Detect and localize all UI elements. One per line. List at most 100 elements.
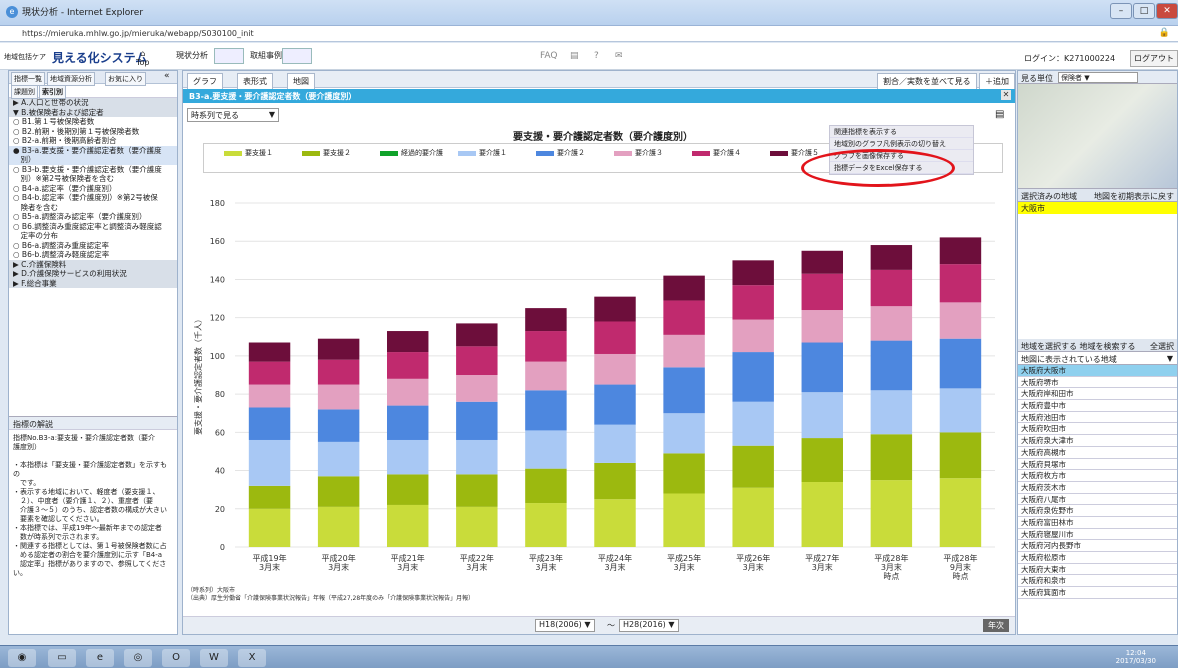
- word-icon[interactable]: W: [200, 649, 228, 667]
- faq-link[interactable]: FAQ: [540, 51, 557, 61]
- region-item[interactable]: 大阪府八尾市: [1018, 494, 1177, 506]
- minimize-button[interactable]: –: [1110, 3, 1132, 19]
- tab-select-region[interactable]: 地域を選択する: [1021, 342, 1077, 351]
- region-item[interactable]: 大阪府貝塚市: [1018, 459, 1177, 471]
- indicator-item[interactable]: ○ B2-a.前期・後期高齢者割合: [9, 136, 177, 146]
- subtab-index[interactable]: 索引別: [39, 85, 66, 99]
- indicator-item[interactable]: 険者を含む: [9, 203, 177, 213]
- indicator-item[interactable]: ○ B6-a.調整済み重度認定率: [9, 241, 177, 251]
- cases-icon[interactable]: [282, 48, 312, 64]
- menu-item[interactable]: 関連指標を表示する: [830, 126, 973, 138]
- system-logo[interactable]: 見える化システム: [52, 49, 147, 66]
- bar-segment: [663, 275, 705, 301]
- close-window-button[interactable]: ✕: [1156, 3, 1178, 19]
- region-item[interactable]: 大阪府茨木市: [1018, 482, 1177, 494]
- indicator-item[interactable]: ○ B6.調整済み重度認定率と調整済み軽度認: [9, 222, 177, 232]
- legend-label: 要介護５: [791, 149, 819, 157]
- region-item[interactable]: 大阪府枚方市: [1018, 470, 1177, 482]
- indicator-item[interactable]: ○ B3-b.要支援・要介護認定者数（要介護度: [9, 165, 177, 175]
- region-item[interactable]: 大阪府富田林市: [1018, 517, 1177, 529]
- view-select[interactable]: 時系列で見る ▼: [187, 108, 279, 122]
- bar-segment: [456, 439, 498, 475]
- bar-segment: [801, 250, 843, 274]
- region-item[interactable]: 大阪府寝屋川市: [1018, 529, 1177, 541]
- indicator-item[interactable]: ○ B1.第１号被保険者数: [9, 117, 177, 127]
- region-item[interactable]: 大阪府河内長野市: [1018, 540, 1177, 552]
- bar-segment: [663, 300, 705, 335]
- region-map[interactable]: [1018, 84, 1177, 189]
- top-button[interactable]: ⌂ Top: [136, 49, 150, 67]
- tab-map[interactable]: 地図: [287, 73, 315, 90]
- indicator-item[interactable]: 定率の分布: [9, 231, 177, 241]
- commentary-line: める認定者の割合を要介護度別に示す「B4-a: [13, 551, 163, 559]
- bar-segment: [939, 388, 982, 433]
- region-item[interactable]: 大阪府和泉市: [1018, 575, 1177, 588]
- indicator-item[interactable]: ○ B5-a.調整済み認定率（要介護度別）: [9, 212, 177, 222]
- region-item[interactable]: 大阪府泉大津市: [1018, 435, 1177, 447]
- region-item[interactable]: 大阪府大東市: [1018, 564, 1177, 576]
- bar-segment: [870, 269, 913, 307]
- indicator-item[interactable]: ▶ A.人口と世帯の状況: [9, 98, 177, 108]
- collapse-icon[interactable]: «: [164, 71, 170, 81]
- indicator-item[interactable]: ● B3-a.要支援・要介護認定者数（要介護度: [9, 145, 177, 155]
- region-item[interactable]: 大阪府吹田市: [1018, 423, 1177, 436]
- indicator-item[interactable]: 別）※第2号被保険者を含む: [9, 174, 177, 184]
- excel-icon[interactable]: X: [238, 649, 266, 667]
- help-icon[interactable]: ?: [594, 51, 599, 61]
- to-year-select[interactable]: H28(2016) ▼: [619, 619, 679, 632]
- selected-region[interactable]: 大阪市: [1018, 202, 1177, 214]
- indicator-item[interactable]: ▶ F.総合事業: [9, 278, 177, 288]
- source-note: （時系列）大阪市 （出典）厚生労働省「介護保険事業状況報告」年報（平成27,28年…: [187, 587, 474, 603]
- compare-button[interactable]: 割合／実数を並べて見る: [877, 73, 977, 90]
- bar-chart-icon[interactable]: [214, 48, 244, 64]
- region-item[interactable]: 大阪府豊中市: [1018, 400, 1177, 412]
- indicator-item[interactable]: 別）: [9, 155, 177, 165]
- region-item[interactable]: 大阪府大阪市: [1018, 365, 1177, 377]
- nav-cases[interactable]: 取組事例: [250, 50, 282, 61]
- region-item[interactable]: 大阪府松原市: [1018, 552, 1177, 564]
- nav-analysis[interactable]: 現状分析: [176, 50, 208, 61]
- logout-button[interactable]: ログアウト: [1130, 50, 1178, 67]
- select-all-button[interactable]: 全選択: [1150, 341, 1174, 352]
- region-item[interactable]: 大阪府泉佐野市: [1018, 505, 1177, 517]
- print-icon[interactable]: ▤: [570, 51, 579, 61]
- office-icon[interactable]: O: [162, 649, 190, 667]
- region-item[interactable]: 大阪府岸和田市: [1018, 388, 1177, 401]
- app-header: 地域包括ケア 見える化システム ⌂ Top 現状分析 取組事例 FAQ ▤ ? ✉…: [0, 43, 1178, 70]
- region-item[interactable]: 大阪府池田市: [1018, 412, 1177, 424]
- close-icon[interactable]: ✕: [1001, 90, 1011, 100]
- ie-taskbar-icon[interactable]: e: [86, 649, 114, 667]
- tab-search-region[interactable]: 地域を検索する: [1080, 342, 1136, 351]
- unit-select[interactable]: 保険者 ▼: [1058, 72, 1138, 83]
- commentary-line: 護度別）: [13, 443, 41, 451]
- region-item[interactable]: 大阪府堺市: [1018, 377, 1177, 389]
- region-item[interactable]: 大阪府高槻市: [1018, 447, 1177, 459]
- maximize-button[interactable]: □: [1133, 3, 1155, 19]
- indicator-item[interactable]: ▼ B.被保険者および認定者: [9, 107, 177, 117]
- left-tabs: 指標一覧 地域資源分析 お気に入り «: [9, 71, 177, 86]
- indicator-item[interactable]: ○ B4-b.認定率（要介護度別）※第2号被保: [9, 193, 177, 203]
- tab-table[interactable]: 表形式: [237, 73, 273, 90]
- indicator-item[interactable]: ▶ C.介護保険料: [9, 259, 177, 269]
- indicator-item[interactable]: ○ B2.前期・後期別第１号被保険者数: [9, 127, 177, 137]
- from-year-select[interactable]: H18(2006) ▼: [535, 619, 595, 632]
- explorer-icon[interactable]: ▭: [48, 649, 76, 667]
- region-filter[interactable]: 地図に表示されている地域 ▼: [1018, 352, 1177, 365]
- bar-segment: [525, 503, 567, 547]
- chrome-icon[interactable]: ◎: [124, 649, 152, 667]
- indicator-item[interactable]: ○ B4-a.認定率（要介護度別）: [9, 184, 177, 194]
- mail-icon[interactable]: ✉: [615, 51, 623, 61]
- tab-graph[interactable]: グラフ: [187, 73, 223, 90]
- add-button[interactable]: ＋追加: [979, 73, 1015, 90]
- indicator-item[interactable]: ○ B6-b.調整済み軽度認定率: [9, 250, 177, 260]
- indicator-item[interactable]: ▶ D.介護保険サービスの利用状況: [9, 269, 177, 279]
- address-bar[interactable]: https://mieruka.mhlw.go.jp/mieruka/webap…: [0, 26, 1178, 42]
- chevron-down-icon: ▼: [1166, 354, 1173, 363]
- menu-item[interactable]: 地域別のグラフ凡例表示の切り替え: [830, 138, 973, 150]
- subtab-topic[interactable]: 課題別: [11, 85, 38, 99]
- menu-icon[interactable]: ▤: [995, 109, 1004, 120]
- period-button[interactable]: 年次: [983, 619, 1009, 632]
- region-item[interactable]: 大阪府箕面市: [1018, 587, 1177, 599]
- start-button[interactable]: ◉: [8, 649, 36, 667]
- reset-map-button[interactable]: 地図を初期表示に戻す: [1094, 191, 1174, 202]
